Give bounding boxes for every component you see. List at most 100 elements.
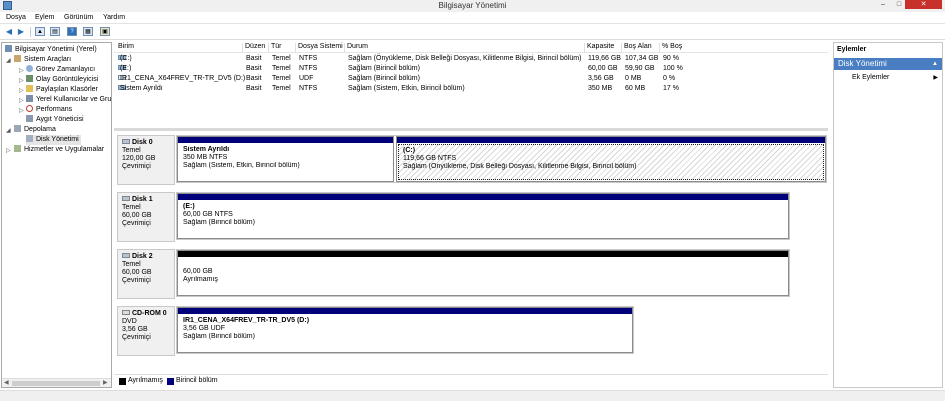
- collapsed-icon[interactable]: ▷: [6, 147, 11, 154]
- disk-size: 120,00 GB: [122, 155, 156, 162]
- performance-icon: [26, 105, 33, 112]
- column-header-free-space[interactable]: Boş Alan: [621, 43, 652, 53]
- properties-icon[interactable]: ▦: [83, 27, 93, 36]
- tree-item-services-apps[interactable]: Hizmetler ve Uygulamalar: [14, 145, 104, 155]
- partition-status: Sağlam (Önyükleme, Disk Belleği Dosyası,…: [403, 163, 637, 170]
- table-row[interactable]: (C:) Basit Temel NTFS Sağlam (Önyükleme,…: [114, 55, 828, 65]
- actions-pane: Eylemler Disk Yönetimi ▲ Ek Eylemler ▶: [833, 42, 943, 388]
- tree-item-disk-management[interactable]: Disk Yönetimi: [26, 135, 81, 145]
- table-row[interactable]: (E:) Basit Temel NTFS Sağlam (Birincil b…: [114, 65, 828, 75]
- column-header-filesystem[interactable]: Dosya Sistemi: [295, 43, 343, 53]
- table-row[interactable]: IR1_CENA_X64FREV_TR-TR_DV5 (D:) Basit Te…: [114, 75, 828, 85]
- cell-type: Temel: [272, 85, 291, 92]
- forward-icon[interactable]: ▶: [16, 27, 26, 36]
- cell-type: Temel: [272, 65, 291, 72]
- column-header-volume[interactable]: Birim: [116, 43, 134, 53]
- menu-action[interactable]: Eylem: [35, 14, 54, 21]
- partition-bar: [178, 251, 788, 257]
- tree-item-system-tools[interactable]: Sistem Araçları: [14, 55, 71, 65]
- scroll-thumb[interactable]: [12, 381, 100, 386]
- tree-item-computer-management[interactable]: Bilgisayar Yönetimi (Yerel): [5, 45, 97, 55]
- computer-icon: [5, 45, 12, 52]
- table-row[interactable]: Sistem Ayrıldı Basit Temel NTFS Sağlam (…: [114, 85, 828, 95]
- disk-2-info[interactable]: Disk 2 Temel 60,00 GB Çevrimiçi: [117, 249, 175, 299]
- legend-swatch-unallocated: [119, 378, 126, 385]
- disk-type: DVD: [122, 318, 137, 325]
- more-actions-item[interactable]: Ek Eylemler: [852, 74, 889, 81]
- disk-type: Temel: [122, 261, 141, 268]
- tree-item-performance[interactable]: Performans: [26, 105, 72, 115]
- expanded-icon[interactable]: ◢: [6, 127, 11, 134]
- cell-layout: Basit: [246, 85, 262, 92]
- column-header-capacity[interactable]: Kapasite: [584, 43, 614, 53]
- cdrom-0-info[interactable]: CD-ROM 0 DVD 3,56 GB Çevrimiçi: [117, 306, 175, 356]
- cell-capacity: 350 MB: [588, 85, 613, 92]
- disk-2-layout: 60,00 GB Ayrılmamış: [176, 249, 790, 297]
- disk-1-info[interactable]: Disk 1 Temel 60,00 GB Çevrimiçi: [117, 192, 175, 242]
- cell-filesystem: NTFS: [299, 85, 318, 92]
- collapsed-icon[interactable]: ▷: [19, 97, 24, 104]
- cd-rom-icon: [122, 310, 130, 315]
- partition-name: [183, 260, 783, 268]
- disk-size: 3,56 GB: [122, 326, 148, 333]
- disk-icon: [122, 253, 130, 258]
- collapsed-icon[interactable]: ▷: [19, 107, 24, 114]
- collapsed-icon[interactable]: ▷: [19, 67, 24, 74]
- status-bar: [0, 390, 945, 401]
- partition-system-reserved[interactable]: Sistem Ayrıldı 350 MB NTFS Sağlam (Siste…: [177, 136, 394, 182]
- window-title: Bilgisayar Yönetimi: [438, 1, 507, 10]
- tree-item-storage[interactable]: Depolama: [14, 125, 56, 135]
- close-button[interactable]: ✕: [905, 0, 942, 9]
- partition-size: 3,56 GB UDF: [183, 325, 226, 332]
- up-icon[interactable]: ▲: [35, 27, 45, 36]
- legend-primary: Birincil bölüm: [176, 377, 218, 384]
- show-hide-tree-icon[interactable]: ▤: [50, 27, 60, 36]
- minimize-button[interactable]: –: [877, 0, 889, 9]
- partition-e[interactable]: (E:) 60,00 GB NTFS Sağlam (Birincil bölü…: [177, 193, 789, 239]
- back-icon[interactable]: ◀: [4, 27, 14, 36]
- expanded-icon[interactable]: ◢: [6, 57, 11, 64]
- tree-item-event-viewer[interactable]: Olay Görüntüleyicisi: [26, 75, 98, 85]
- column-header-layout[interactable]: Düzen: [242, 43, 265, 53]
- partition-name: (E:): [183, 203, 195, 210]
- scroll-left-icon[interactable]: ◀: [4, 379, 9, 387]
- disk-name: CD-ROM 0: [132, 310, 167, 317]
- partition-name: Sistem Ayrıldı: [183, 146, 230, 153]
- collapse-icon[interactable]: ▲: [932, 58, 938, 70]
- scroll-right-icon[interactable]: ▶: [103, 379, 108, 387]
- menu-file[interactable]: Dosya: [6, 14, 26, 21]
- disk-status: Çevrimiçi: [122, 163, 151, 170]
- disk-0-info[interactable]: Disk 0 Temel 120,00 GB Çevrimiçi: [117, 135, 175, 185]
- tree-horizontal-scrollbar[interactable]: ◀ ▶: [2, 378, 111, 387]
- actions-section-disk-management[interactable]: Disk Yönetimi ▲: [834, 58, 942, 70]
- disk-type: Temel: [122, 204, 141, 211]
- tree-item-device-manager[interactable]: Aygıt Yöneticisi: [26, 115, 84, 125]
- menu-help[interactable]: Yardım: [103, 14, 125, 21]
- column-header-percent-free[interactable]: % Boş: [659, 43, 682, 53]
- submenu-arrow-icon[interactable]: ▶: [933, 74, 938, 81]
- device-manager-icon: [26, 115, 33, 122]
- collapsed-icon[interactable]: ▷: [19, 77, 24, 84]
- event-viewer-icon: [26, 75, 33, 82]
- menu-view[interactable]: Görünüm: [64, 14, 93, 21]
- tree-item-task-scheduler[interactable]: Görev Zamanlayıcı: [26, 65, 95, 75]
- partition-d[interactable]: IR1_CENA_X64FREV_TR-TR_DV5 (D:) 3,56 GB …: [177, 307, 633, 353]
- maximize-button[interactable]: □: [893, 0, 905, 9]
- partition-c[interactable]: (C:) 119,66 GB NTFS Sağlam (Önyükleme, D…: [396, 136, 826, 182]
- partition-unallocated[interactable]: 60,00 GB Ayrılmamış: [177, 250, 789, 296]
- collapsed-icon[interactable]: ▷: [19, 87, 24, 94]
- partition-bar: [178, 137, 393, 143]
- cell-layout: Basit: [246, 75, 262, 82]
- title-bar: Bilgisayar Yönetimi – □ ✕: [0, 0, 945, 12]
- partition-size: 60,00 GB: [183, 268, 213, 275]
- partition-bar: [178, 194, 788, 200]
- tree-item-local-users[interactable]: Yerel Kullanıcılar ve Gru: [26, 95, 111, 105]
- actions-header: Eylemler: [837, 46, 867, 53]
- console-icon[interactable]: ▣: [100, 27, 110, 36]
- disk-icon: [122, 139, 130, 144]
- disk-name: Disk 2: [132, 253, 153, 260]
- tree-item-shared-folders[interactable]: Paylaşılan Klasörler: [26, 85, 98, 95]
- column-header-status[interactable]: Durum: [344, 43, 368, 53]
- help-icon[interactable]: ?: [67, 27, 77, 36]
- column-header-type[interactable]: Tür: [268, 43, 282, 53]
